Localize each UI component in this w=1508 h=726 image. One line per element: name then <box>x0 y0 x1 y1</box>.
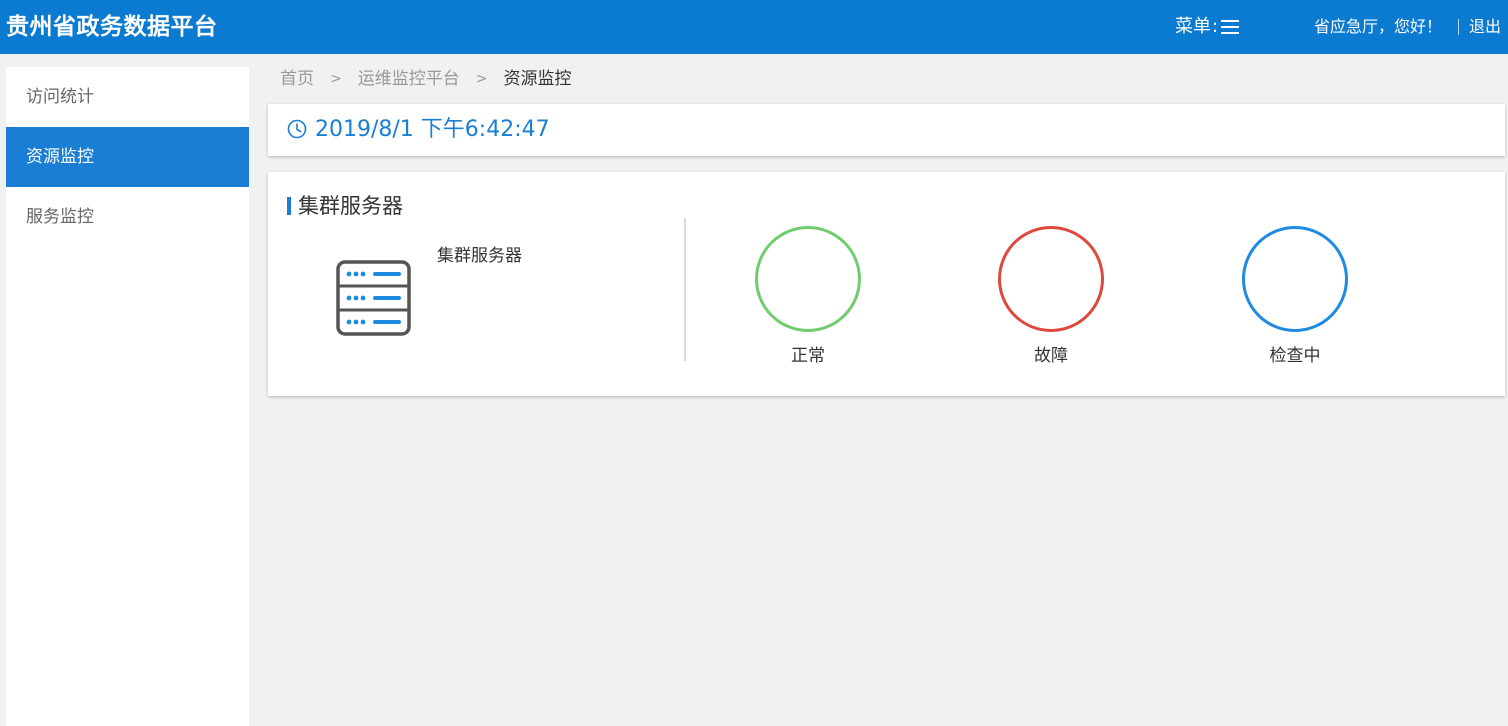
server-label: 集群服务器 <box>437 246 522 266</box>
status-normal-label: 正常 <box>791 346 825 366</box>
logout-button[interactable]: 退出 <box>1469 15 1501 39</box>
status-fault-ring <box>998 226 1104 332</box>
datetime-card: 2019/8/1 下午6:42:47 <box>268 104 1505 156</box>
current-datetime: 2019/8/1 下午6:42:47 <box>315 117 550 142</box>
breadcrumb-ops-platform[interactable]: 运维监控平台 <box>358 66 460 92</box>
breadcrumb-separator: > <box>330 71 342 87</box>
sidebar-item-access-stats[interactable]: 访问统计 <box>6 67 249 127</box>
header-divider <box>1458 19 1459 35</box>
status-normal-ring <box>755 226 861 332</box>
section-divider <box>684 218 686 361</box>
breadcrumb: 首页 > 运维监控平台 > 资源监控 <box>280 66 571 92</box>
clock-icon <box>287 119 307 139</box>
status-fault-label: 故障 <box>1034 346 1068 366</box>
status-checking-label: 检查中 <box>1269 346 1321 366</box>
card-title: 集群服务器 <box>298 194 403 218</box>
status-fault[interactable]: 故障 <box>998 226 1104 368</box>
top-bar: 贵州省政务数据平台 菜单: 省应急厅，您好！ 退出 <box>0 0 1508 54</box>
status-normal[interactable]: 正常 <box>755 226 861 368</box>
app-title: 贵州省政务数据平台 <box>6 14 218 40</box>
breadcrumb-current: 资源监控 <box>503 69 572 89</box>
server-rack-icon <box>336 260 411 336</box>
breadcrumb-home[interactable]: 首页 <box>280 66 314 92</box>
hamburger-icon <box>1221 19 1240 35</box>
breadcrumb-separator: > <box>475 71 488 87</box>
user-greeting: 省应急厅，您好！ <box>1314 17 1443 36</box>
sidebar-item-resource-monitor[interactable]: 资源监控 <box>6 127 249 187</box>
status-checking[interactable]: 检查中 <box>1242 226 1348 368</box>
sidebar: 访问统计 资源监控 服务监控 <box>6 67 249 726</box>
sidebar-item-service-monitor[interactable]: 服务监控 <box>6 187 249 247</box>
menu-button[interactable]: 菜单: <box>1175 13 1240 41</box>
menu-label: 菜单 <box>1175 16 1211 37</box>
title-accent-bar <box>287 197 291 215</box>
status-checking-ring <box>1242 226 1348 332</box>
cluster-server-card: 集群服务器 集群服务器 正常 故障 检查中 <box>268 172 1505 396</box>
